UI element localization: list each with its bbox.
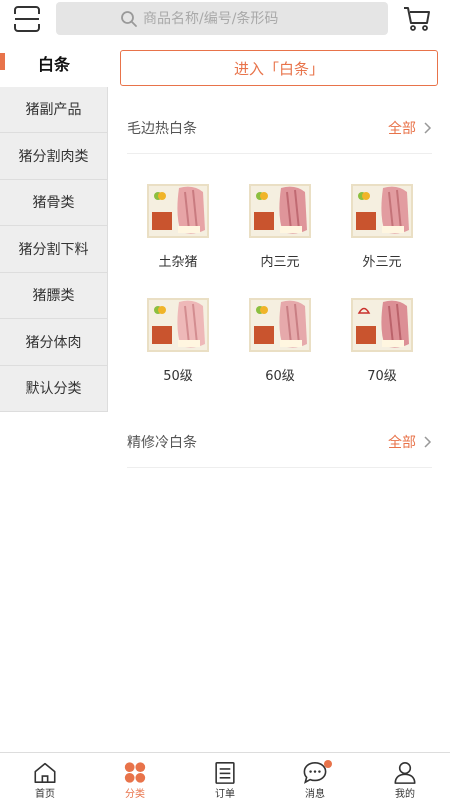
label-strip-icon xyxy=(178,226,200,233)
sidebar-item-pork-cuts[interactable]: 猪分割肉类 xyxy=(0,133,107,180)
sidebar-item-default[interactable]: 默认分类 xyxy=(0,365,107,412)
brand-logo-icon xyxy=(358,192,370,200)
product-name: 内三元 xyxy=(260,255,300,270)
tab-label: 订单 xyxy=(215,789,235,800)
sidebar-item-label: 猪分割肉类 xyxy=(18,148,89,165)
sidebar-item-label: 白条 xyxy=(37,55,70,75)
product-name: 50级 xyxy=(163,369,193,384)
section-header: 毛边热白条 全部 xyxy=(127,102,432,154)
category-content: 进入「白条」 毛边热白条 全部 土杂猪 内三元 外三元 50级 60级 70级 … xyxy=(120,50,438,468)
sidebar-item-label: 猪分体肉 xyxy=(25,334,82,351)
product-grid: 土杂猪 内三元 外三元 50级 60级 70级 xyxy=(127,154,432,412)
category-sidebar: 白条 猪副产品 猪分割肉类 猪骨类 猪分割下料 猪膘类 猪分体肉 默认分类 xyxy=(0,40,108,412)
brand-logo-icon xyxy=(357,307,371,314)
product-tile[interactable]: 50级 xyxy=(127,298,229,412)
home-icon xyxy=(34,762,56,784)
chevron-right-icon xyxy=(424,435,432,448)
product-image xyxy=(351,298,413,352)
label-strip-icon xyxy=(280,226,302,233)
brand-logo-icon xyxy=(154,306,166,314)
product-image xyxy=(147,184,209,238)
product-name: 60级 xyxy=(265,369,295,384)
tab-orders[interactable]: 订单 xyxy=(180,753,270,800)
search-icon xyxy=(121,10,137,27)
sidebar-item-label: 猪膘类 xyxy=(32,288,75,305)
sidebar-item-pork-bones[interactable]: 猪骨类 xyxy=(0,179,107,226)
product-image xyxy=(351,184,413,238)
sidebar-item-label: 默认分类 xyxy=(25,381,82,398)
product-name: 70级 xyxy=(367,369,397,384)
brand-logo-icon xyxy=(256,192,268,200)
label-tag-icon xyxy=(152,212,172,230)
tab-label: 我的 xyxy=(395,789,415,800)
section-cold-baitiao: 精修冷白条 全部 xyxy=(127,416,432,468)
section-title: 毛边热白条 xyxy=(127,120,197,137)
section-hot-baitiao: 毛边热白条 全部 土杂猪 内三元 外三元 50级 60级 70级 xyxy=(127,102,432,412)
sidebar-item-baitiao[interactable]: 白条 xyxy=(0,40,108,87)
view-all-link[interactable]: 全部 xyxy=(388,118,432,138)
product-image xyxy=(249,184,311,238)
label-strip-icon xyxy=(280,340,302,347)
label-strip-icon xyxy=(178,340,200,347)
header xyxy=(0,0,450,38)
search-bar[interactable] xyxy=(56,2,388,35)
label-strip-icon xyxy=(382,340,404,347)
view-all-label: 全部 xyxy=(388,120,416,137)
order-icon xyxy=(215,761,235,784)
tab-category[interactable]: 分类 xyxy=(90,753,180,800)
section-title: 精修冷白条 xyxy=(127,434,197,451)
tab-label: 消息 xyxy=(305,789,325,800)
tab-home[interactable]: 首页 xyxy=(0,753,90,800)
product-tile[interactable]: 内三元 xyxy=(229,184,331,298)
sidebar-item-pork-split[interactable]: 猪分体肉 xyxy=(0,319,107,366)
chevron-right-icon xyxy=(424,121,432,134)
product-tile[interactable]: 土杂猪 xyxy=(127,184,229,298)
product-tile[interactable]: 60级 xyxy=(229,298,331,412)
notification-badge xyxy=(324,760,332,768)
tab-profile[interactable]: 我的 xyxy=(360,753,450,800)
section-header: 精修冷白条 全部 xyxy=(127,416,432,468)
brand-logo-icon xyxy=(256,306,268,314)
tab-label: 分类 xyxy=(125,789,145,800)
cart-icon[interactable] xyxy=(403,6,431,32)
active-indicator xyxy=(0,53,5,70)
search-input[interactable] xyxy=(143,10,343,27)
brand-logo-icon xyxy=(154,192,166,200)
label-tag-icon xyxy=(356,212,376,230)
scan-icon[interactable] xyxy=(14,6,40,32)
category-icon xyxy=(124,762,146,783)
sidebar-item-label: 猪分割下料 xyxy=(18,241,89,258)
label-tag-icon xyxy=(254,212,274,230)
bottom-tab-bar: 首页 分类 订单 消息 我的 xyxy=(0,752,450,800)
sidebar-item-pork-fat[interactable]: 猪膘类 xyxy=(0,272,107,319)
view-all-link[interactable]: 全部 xyxy=(388,432,432,452)
label-tag-icon xyxy=(356,326,376,344)
product-image xyxy=(147,298,209,352)
product-name: 外三元 xyxy=(362,255,402,270)
label-tag-icon xyxy=(254,326,274,344)
sidebar-list: 猪副产品 猪分割肉类 猪骨类 猪分割下料 猪膘类 猪分体肉 默认分类 xyxy=(0,86,108,412)
profile-icon xyxy=(394,761,416,784)
label-strip-icon xyxy=(382,226,404,233)
product-tile[interactable]: 外三元 xyxy=(331,184,433,298)
product-tile[interactable]: 70级 xyxy=(331,298,433,412)
tab-messages[interactable]: 消息 xyxy=(270,753,360,800)
sidebar-item-pork-byproducts[interactable]: 猪副产品 xyxy=(0,86,107,133)
label-tag-icon xyxy=(152,326,172,344)
enter-category-button[interactable]: 进入「白条」 xyxy=(120,50,438,86)
sidebar-item-label: 猪副产品 xyxy=(25,102,82,119)
product-name: 土杂猪 xyxy=(158,255,198,270)
product-image xyxy=(249,298,311,352)
sidebar-item-label: 猪骨类 xyxy=(32,195,75,212)
sidebar-item-pork-trimmings[interactable]: 猪分割下料 xyxy=(0,226,107,273)
tab-label: 首页 xyxy=(35,789,55,800)
view-all-label: 全部 xyxy=(388,434,416,451)
